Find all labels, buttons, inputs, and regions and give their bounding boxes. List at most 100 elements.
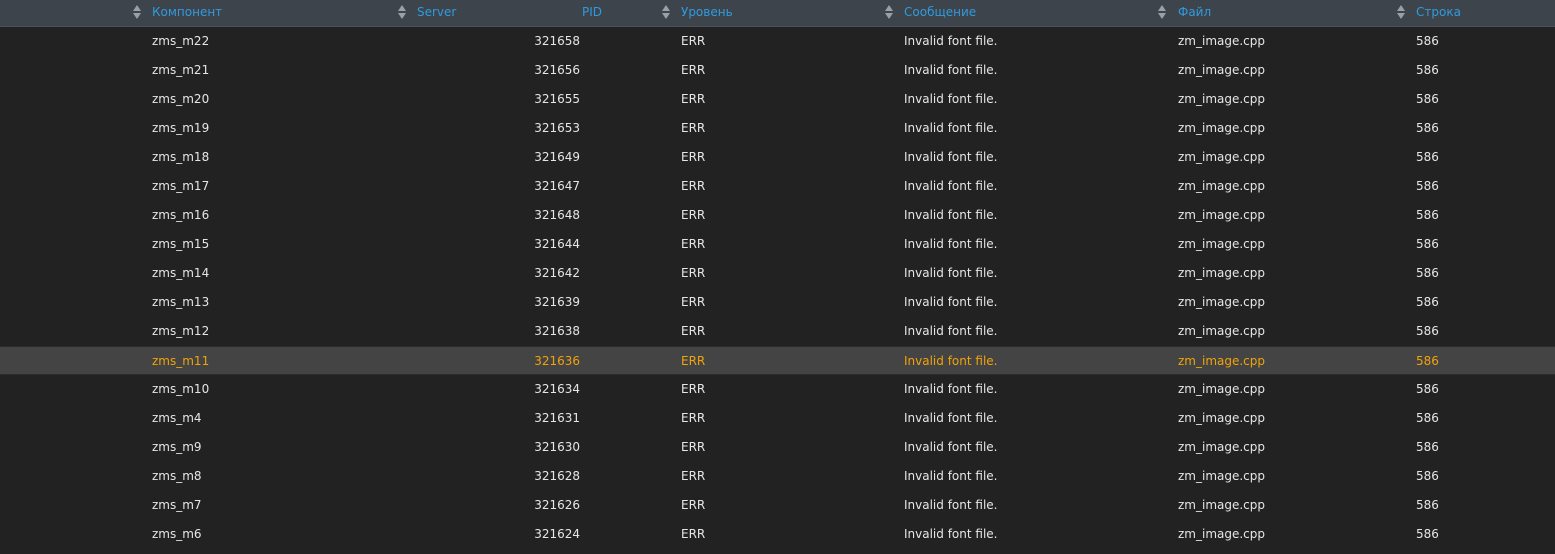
column-header-component[interactable]: Компонент — [152, 0, 222, 26]
cell-message: Invalid font file. — [904, 295, 998, 309]
cell-component: zms_m12 — [152, 324, 210, 338]
cell-pid: 321653 — [534, 121, 580, 135]
table-row[interactable]: zms_m15 321644 ERR Invalid font file. zm_ima… — [0, 230, 1555, 259]
cell-file: zm_image.cpp — [1178, 63, 1266, 77]
table-row[interactable]: zms_m6 321624 ERR Invalid font file. zm_imag… — [0, 520, 1555, 549]
cell-file: zm_image.cpp — [1178, 440, 1266, 454]
sort-icon[interactable] — [1397, 5, 1405, 19]
cell-message: Invalid font file. — [904, 527, 998, 541]
cell-component: zms_m13 — [152, 295, 210, 309]
cell-message: Invalid font file. — [904, 179, 998, 193]
cell-file: zm_image.cpp — [1178, 121, 1266, 135]
cell-line: 586 — [1416, 411, 1439, 425]
table-row[interactable]: zms_m12 321638 ERR Invalid font file. zm_ima… — [0, 317, 1555, 346]
cell-component: zms_m14 — [152, 266, 210, 280]
column-header-level[interactable]: Уровень — [681, 0, 733, 26]
table-row[interactable]: zms_m7 321626 ERR Invalid font file. zm_imag… — [0, 491, 1555, 520]
sort-icon[interactable] — [662, 5, 670, 19]
cell-file: zm_image.cpp — [1178, 324, 1266, 338]
sort-icon[interactable] — [133, 5, 141, 19]
cell-message: Invalid font file. — [904, 150, 998, 164]
column-header-file[interactable]: Файл — [1178, 0, 1211, 26]
table-row[interactable]: zms_m4 321631 ERR Invalid font file. zm_imag… — [0, 404, 1555, 433]
cell-level: ERR — [681, 150, 706, 164]
column-header-server[interactable]: Server — [417, 0, 456, 26]
table-row[interactable]: zms_m21 321656 ERR Invalid font file. zm_ima… — [0, 56, 1555, 85]
cell-file: zm_image.cpp — [1178, 92, 1266, 106]
sort-icon[interactable] — [1158, 5, 1166, 19]
cell-line: 586 — [1416, 208, 1439, 222]
cell-line: 586 — [1416, 295, 1439, 309]
cell-component: zms_m22 — [152, 34, 210, 48]
cell-level: ERR — [681, 92, 706, 106]
cell-level: ERR — [681, 324, 706, 338]
cell-file: zm_image.cpp — [1178, 237, 1266, 251]
cell-level: ERR — [681, 208, 706, 222]
cell-pid: 321655 — [534, 92, 580, 106]
cell-message: Invalid font file. — [904, 440, 998, 454]
cell-pid: 321658 — [534, 34, 580, 48]
cell-component: zms_m21 — [152, 63, 210, 77]
column-header-pid[interactable]: PID — [500, 0, 602, 26]
cell-level: ERR — [681, 440, 706, 454]
cell-message: Invalid font file. — [904, 266, 998, 280]
table-row[interactable]: zms_m10 321634 ERR Invalid font file. zm_ima… — [0, 375, 1555, 404]
table-row[interactable]: zms_m19 321653 ERR Invalid font file. zm_ima… — [0, 114, 1555, 143]
cell-component: zms_m11 — [152, 354, 210, 368]
cell-pid: 321624 — [534, 527, 580, 541]
cell-level: ERR — [681, 382, 706, 396]
table-row[interactable]: zms_m20 321655 ERR Invalid font file. zm_ima… — [0, 85, 1555, 114]
cell-file: zm_image.cpp — [1178, 411, 1266, 425]
cell-message: Invalid font file. — [904, 121, 998, 135]
table-row[interactable]: zms_m16 321648 ERR Invalid font file. zm_ima… — [0, 201, 1555, 230]
cell-pid: 321644 — [534, 237, 580, 251]
cell-message: Invalid font file. — [904, 411, 998, 425]
cell-file: zm_image.cpp — [1178, 469, 1266, 483]
cell-line: 586 — [1416, 237, 1439, 251]
cell-line: 586 — [1416, 150, 1439, 164]
table-row[interactable]: zms_m18 321649 ERR Invalid font file. zm_ima… — [0, 143, 1555, 172]
cell-level: ERR — [681, 469, 706, 483]
sort-icon[interactable] — [885, 5, 893, 19]
cell-line: 586 — [1416, 354, 1439, 368]
cell-message: Invalid font file. — [904, 237, 998, 251]
column-header-line[interactable]: Строка — [1416, 0, 1461, 26]
cell-file: zm_image.cpp — [1178, 354, 1266, 368]
cell-level: ERR — [681, 179, 706, 193]
cell-component: zms_m20 — [152, 92, 210, 106]
cell-component: zms_m4 — [152, 411, 202, 425]
cell-file: zm_image.cpp — [1178, 295, 1266, 309]
cell-level: ERR — [681, 527, 706, 541]
log-table: Компонент Server PID Уровень Сообщение Ф… — [0, 0, 1555, 554]
cell-line: 586 — [1416, 121, 1439, 135]
sort-icon[interactable] — [398, 5, 406, 19]
table-row[interactable]: zms_m13 321639 ERR Invalid font file. zm_ima… — [0, 288, 1555, 317]
cell-level: ERR — [681, 34, 706, 48]
table-row[interactable]: zms_m8 321628 ERR Invalid font file. zm_imag… — [0, 462, 1555, 491]
cell-file: zm_image.cpp — [1178, 498, 1266, 512]
table-row[interactable]: zms_m17 321647 ERR Invalid font file. zm_ima… — [0, 172, 1555, 201]
cell-pid: 321626 — [534, 498, 580, 512]
cell-level: ERR — [681, 354, 706, 368]
cell-file: zm_image.cpp — [1178, 150, 1266, 164]
cell-component: zms_m18 — [152, 150, 210, 164]
cell-file: zm_image.cpp — [1178, 179, 1266, 193]
table-row[interactable]: zms_m11 321636 ERR Invalid font file. zm_ima… — [0, 346, 1555, 375]
cell-pid: 321630 — [534, 440, 580, 454]
cell-pid: 321656 — [534, 63, 580, 77]
table-row[interactable]: zms_m14 321642 ERR Invalid font file. zm_ima… — [0, 259, 1555, 288]
table-header: Компонент Server PID Уровень Сообщение Ф… — [0, 0, 1555, 27]
cell-component: zms_m15 — [152, 237, 210, 251]
cell-line: 586 — [1416, 527, 1439, 541]
cell-message: Invalid font file. — [904, 324, 998, 338]
cell-file: zm_image.cpp — [1178, 382, 1266, 396]
cell-line: 586 — [1416, 382, 1439, 396]
cell-file: zm_image.cpp — [1178, 34, 1266, 48]
cell-message: Invalid font file. — [904, 208, 998, 222]
cell-line: 586 — [1416, 498, 1439, 512]
column-header-message[interactable]: Сообщение — [904, 0, 976, 26]
cell-file: zm_image.cpp — [1178, 527, 1266, 541]
cell-line: 586 — [1416, 179, 1439, 193]
table-row[interactable]: zms_m22 321658 ERR Invalid font file. zm_ima… — [0, 27, 1555, 56]
table-row[interactable]: zms_m9 321630 ERR Invalid font file. zm_imag… — [0, 433, 1555, 462]
